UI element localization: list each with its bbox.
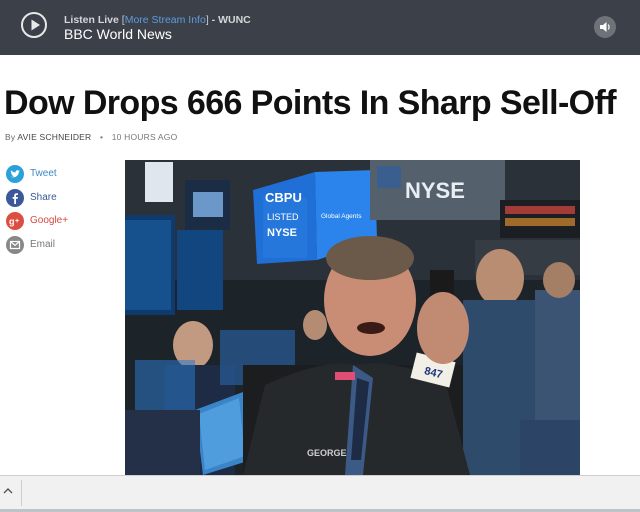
share-label: Tweet [30, 168, 57, 179]
share-label: Email [30, 238, 56, 250]
photo-sign-nyse: NYSE [405, 178, 465, 203]
photo-sign-cbpu: CBPU [265, 190, 302, 205]
email-icon [6, 235, 24, 254]
svg-text:+: + [15, 218, 19, 225]
chevron-up-icon [3, 488, 13, 494]
photo-sign-nyse-small: NYSE [267, 227, 297, 239]
stream-info-line: Listen Live [More Stream Info] - WUNC [64, 14, 251, 26]
share-twitter[interactable]: Tweet [6, 165, 96, 183]
share-facebook[interactable]: Share [6, 188, 96, 207]
station-call-sign: - WUNC [208, 14, 251, 26]
play-icon [31, 19, 40, 31]
google-plus-icon: g + [6, 212, 24, 230]
browser-bottom-bar [0, 475, 640, 512]
byline-prefix: By [5, 132, 16, 142]
play-button[interactable] [21, 12, 47, 38]
volume-button[interactable] [594, 16, 616, 38]
trading-floor-image: CBPU LISTED NYSE Global Agents NYSE 847 [125, 160, 580, 475]
twitter-icon [6, 165, 24, 183]
svg-text:g: g [9, 217, 15, 227]
photo-jacket-name: GEORGE [307, 448, 347, 458]
article-photo: CBPU LISTED NYSE Global Agents NYSE 847 [125, 160, 580, 475]
byline-separator: • [99, 132, 104, 142]
author-link[interactable]: AVIE SCHNEIDER [17, 132, 91, 142]
article-headline: Dow Drops 666 Points In Sharp Sell-Off [4, 84, 617, 122]
speaker-icon [600, 22, 610, 32]
publish-time: 10 HOURS AGO [111, 132, 178, 142]
listen-live-label: Listen Live [64, 14, 119, 26]
more-stream-info-link[interactable]: More Stream Info [125, 14, 206, 26]
program-name: BBC World News [64, 26, 172, 42]
photo-sign-listed: LISTED [267, 212, 299, 222]
share-email[interactable]: Email [6, 235, 96, 254]
share-label: Share [30, 191, 57, 203]
expand-button[interactable] [0, 476, 20, 508]
share-google-plus[interactable]: g + Google+ [6, 212, 96, 230]
audio-player-bar: Listen Live [More Stream Info] - WUNC BB… [0, 0, 640, 55]
facebook-icon [6, 188, 24, 207]
bar-divider [21, 480, 22, 506]
photo-sign-global: Global Agents [321, 213, 362, 220]
share-label: Google+ [30, 215, 69, 226]
share-tools: Tweet Share g + Google+ Email [6, 165, 96, 259]
byline: By AVIE SCHNEIDER • 10 HOURS AGO [5, 132, 177, 142]
